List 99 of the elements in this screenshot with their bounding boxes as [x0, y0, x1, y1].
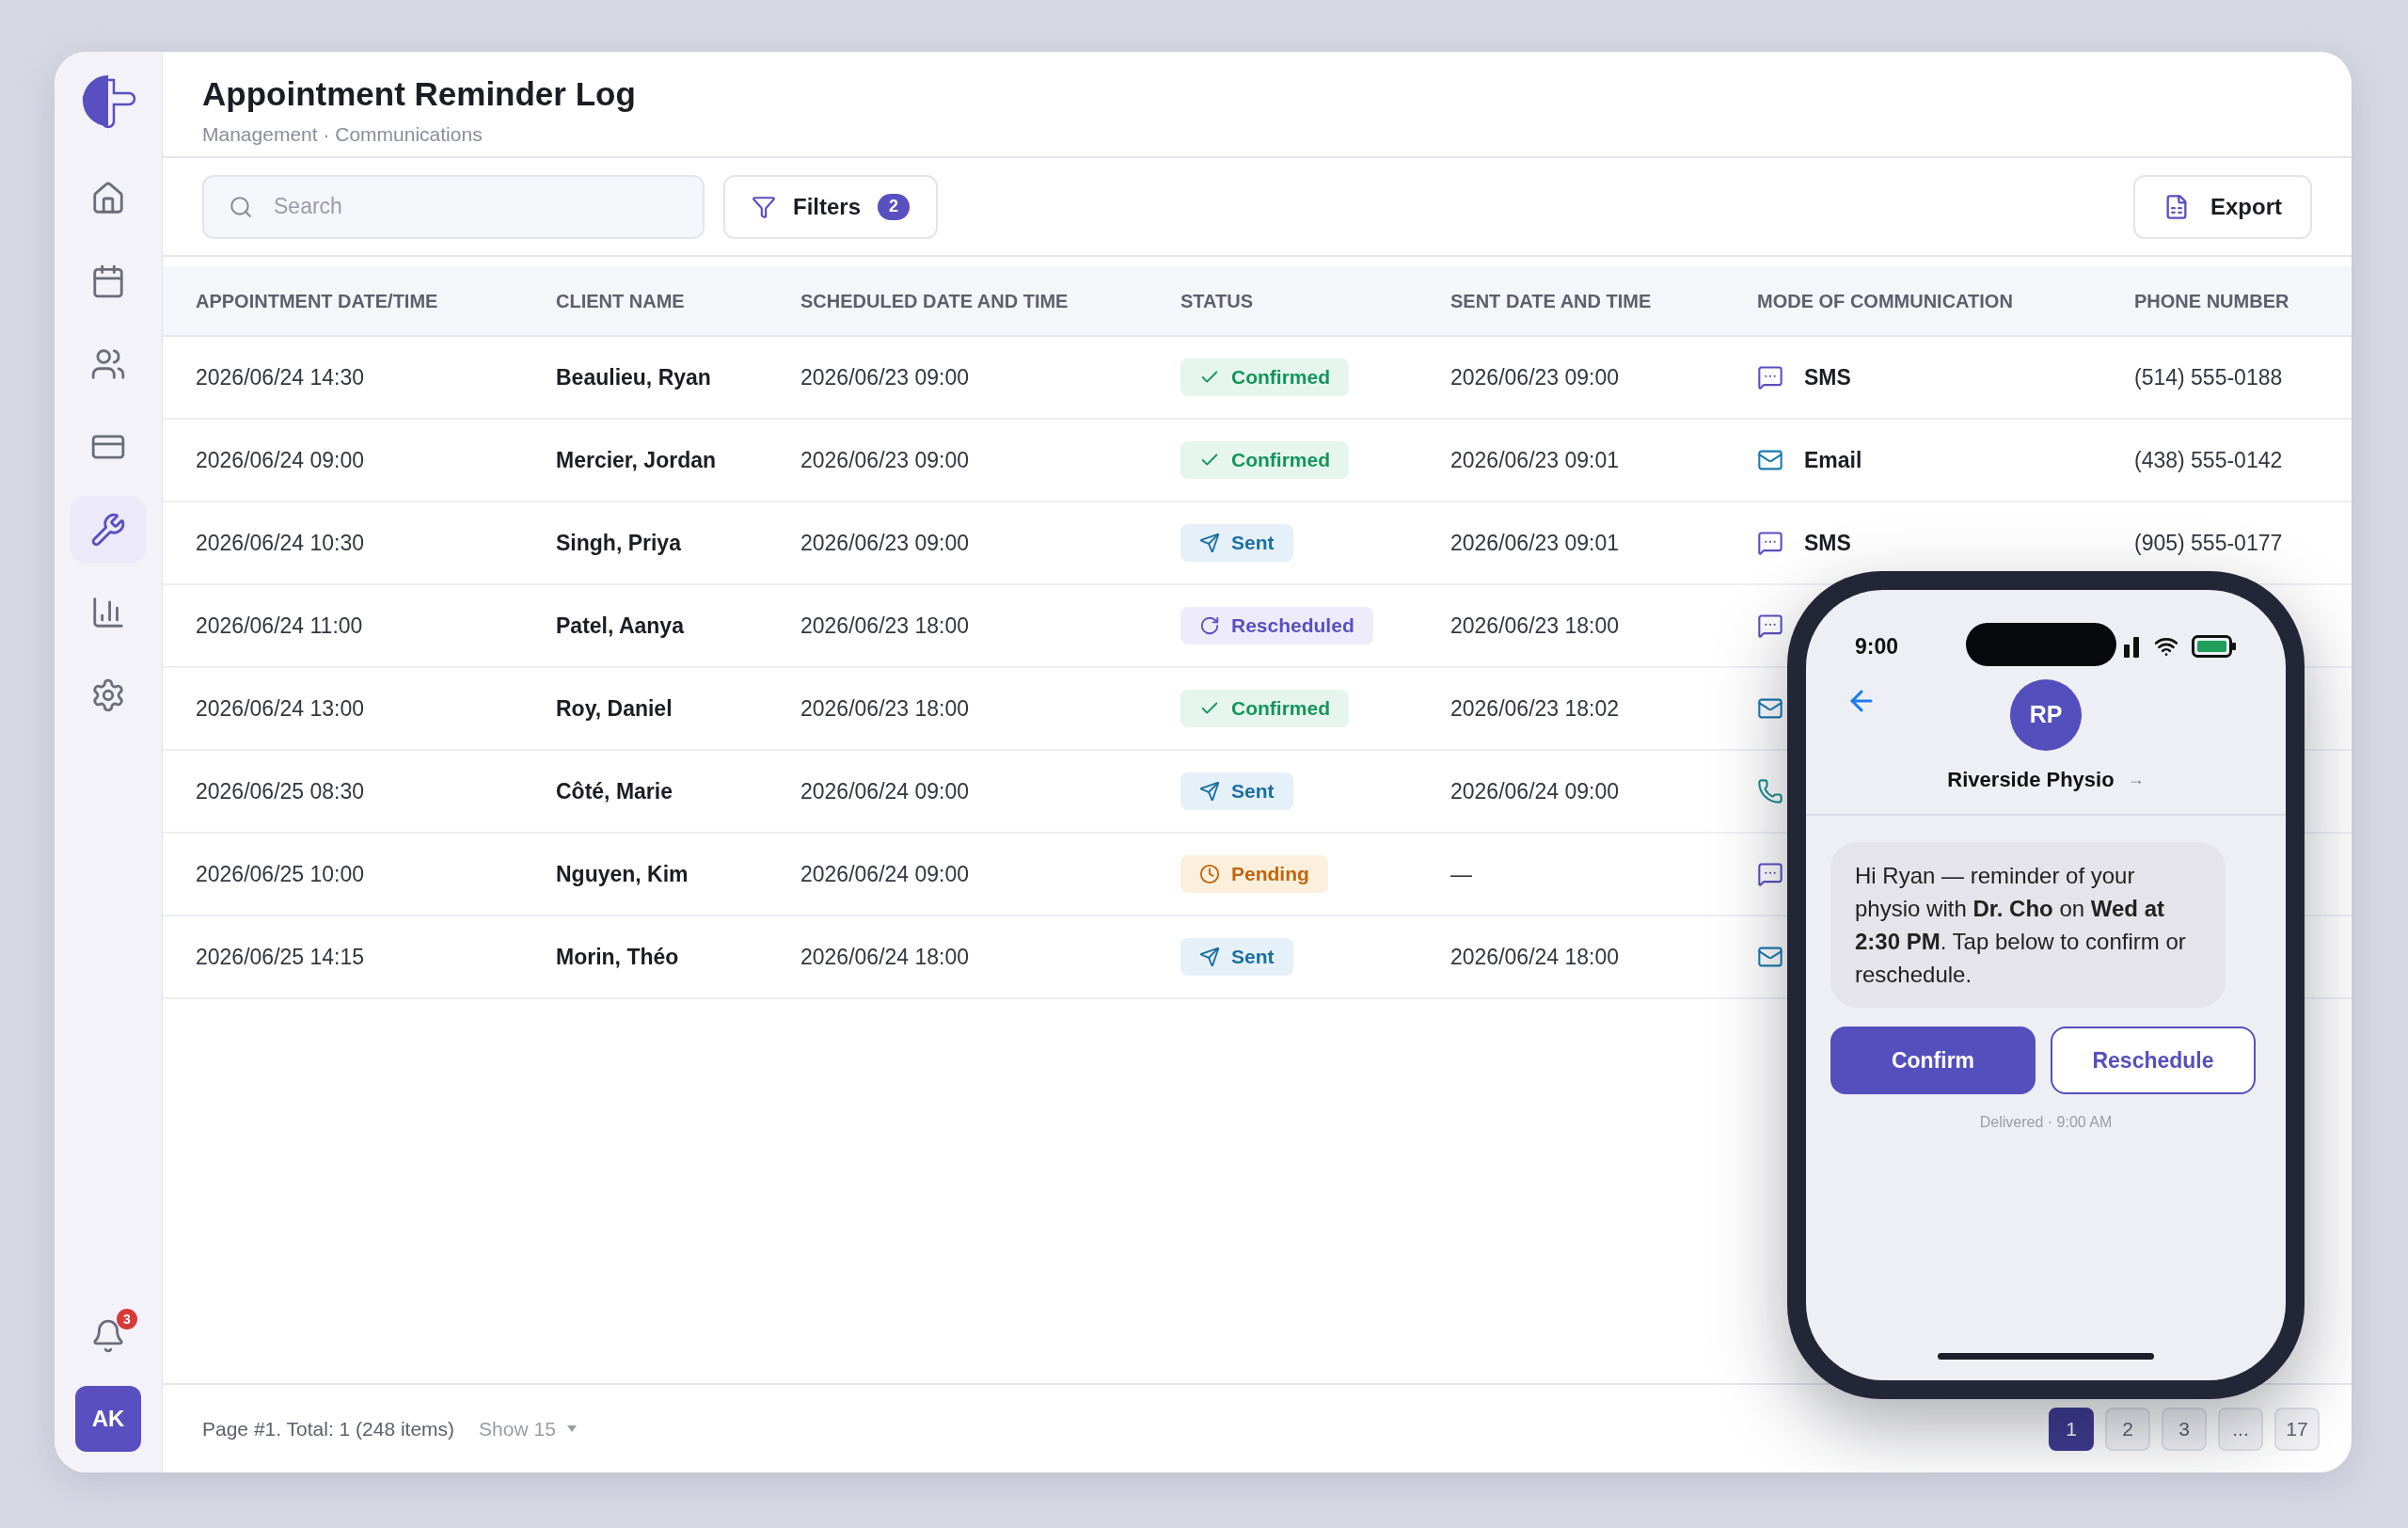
table-cell-text: 2026/06/23 18:00	[800, 612, 971, 640]
send-icon	[1199, 946, 1220, 967]
table-cell-text: 2026/06/23 18:00	[800, 694, 971, 723]
table-cell-text: (514) 555-0188	[2133, 363, 2284, 391]
breadcrumb: Management · Communications	[202, 122, 483, 147]
table-cell-text: 2026/06/24 11:00	[195, 612, 364, 640]
phone-icon	[1757, 778, 1783, 804]
column-header: MODE OF COMMUNICATION	[1756, 289, 2014, 313]
client-name: Singh, Priya	[555, 529, 683, 557]
table-cell-text: 2026/06/23 09:01	[1450, 529, 1621, 557]
contact-avatar: RP	[2010, 679, 2082, 751]
table-cell-text: 2026/06/23 09:00	[800, 363, 971, 391]
table-cell-text: 2026/06/24 10:30	[195, 529, 366, 557]
send-icon	[1199, 780, 1220, 802]
table-cell-text: 2026/06/23 18:02	[1450, 694, 1621, 723]
table-cell-text: 2026/06/23 09:00	[1450, 363, 1621, 391]
table-cell-text: SMS	[1804, 529, 1851, 557]
client-name: Patel, Aanya	[555, 612, 686, 640]
search-field[interactable]: Search	[202, 174, 705, 239]
search-icon	[229, 194, 253, 219]
users-icon	[90, 346, 126, 382]
table-cell-text: 2026/06/24 09:00	[800, 860, 971, 888]
user-avatar[interactable]: AK	[75, 1386, 141, 1452]
send-icon	[1199, 532, 1220, 553]
page-title: Appointment Reminder Log	[202, 74, 637, 114]
confirm-button[interactable]: Confirm	[1830, 1027, 2036, 1094]
table-cell-text: 2026/06/24 09:00	[800, 777, 971, 805]
sidebar-item[interactable]	[71, 496, 146, 564]
refresh-icon	[1199, 614, 1220, 636]
table-cell-text: —	[1450, 860, 1473, 888]
column-header: STATUS	[1180, 289, 1255, 313]
settings-icon	[90, 677, 126, 713]
table-cell-text: 2026/06/24 18:00	[800, 943, 971, 971]
table-cell-text: 2026/06/23 09:00	[800, 529, 971, 557]
filter-icon	[752, 194, 776, 219]
contact-name: Riverside Physio	[1947, 767, 2115, 793]
table-cell-text: 2026/06/24 09:00	[195, 446, 366, 474]
status-badge: Rescheduled	[1180, 606, 1373, 645]
column-header: CLIENT NAME	[555, 289, 686, 313]
signal-icon	[2122, 635, 2141, 658]
client-name: Côté, Marie	[555, 777, 673, 805]
page-button[interactable]: 17	[2274, 1407, 2320, 1451]
table-cell-text: 2026/06/23 09:01	[1450, 446, 1621, 474]
filter-count: 2	[878, 193, 911, 220]
chat-bubble-icon	[1757, 861, 1783, 887]
table-cell-text: 2026/06/25 14:15	[195, 943, 366, 971]
table-cell-text: 2026/06/25 10:00	[195, 860, 366, 888]
status-badge: Sent	[1180, 937, 1293, 976]
column-header: APPOINTMENT DATE/TIME	[195, 289, 439, 313]
filters-button[interactable]: Filters 2	[723, 174, 939, 239]
page-button[interactable]: 2	[2105, 1407, 2150, 1451]
page-button[interactable]: 3	[2162, 1407, 2207, 1451]
column-header: PHONE NUMBER	[2133, 289, 2290, 313]
status-badge: Sent	[1180, 772, 1293, 810]
column-header: SENT DATE AND TIME	[1450, 289, 1653, 313]
table-cell-text: 2026/06/24 18:00	[1450, 943, 1621, 971]
table-cell-text: (905) 555-0177	[2133, 529, 2284, 557]
export-button[interactable]: Export	[2133, 174, 2312, 239]
client-name: Roy, Daniel	[555, 694, 673, 723]
pagination-summary: Page #1. Total: 1 (248 items)	[202, 1416, 455, 1441]
logo-icon	[80, 72, 136, 129]
home-icon	[90, 181, 126, 216]
chat-bubble-icon	[1757, 613, 1783, 639]
reschedule-button[interactable]: Reschedule	[2051, 1027, 2256, 1094]
table-cell-text: (438) 555-0142	[2133, 446, 2284, 474]
status-badge: Confirmed	[1180, 689, 1349, 727]
client-name: Beaulieu, Ryan	[555, 363, 712, 391]
bar-chart-icon	[90, 595, 126, 630]
chat-bubble-icon	[1757, 364, 1783, 390]
status-badge: Confirmed	[1180, 358, 1349, 396]
table-cell-text: 2026/06/24 13:00	[195, 694, 366, 723]
table-cell-text: 2026/06/23 09:00	[800, 446, 971, 474]
page-button[interactable]: ...	[2218, 1407, 2263, 1451]
client-name: Nguyen, Kim	[555, 860, 689, 888]
page-button[interactable]: 1	[2049, 1407, 2094, 1451]
table-cell-text: Email	[1804, 446, 1862, 474]
status-badge: Confirmed	[1180, 440, 1349, 479]
table-cell-text: 2026/06/25 08:30	[195, 777, 366, 805]
battery-icon	[2192, 635, 2237, 658]
calendar-icon	[90, 263, 126, 299]
contact-arrow: →	[2127, 769, 2145, 790]
status-badge: Sent	[1180, 523, 1293, 562]
caret-icon	[566, 1425, 577, 1432]
notifications-button[interactable]: 3	[79, 1309, 137, 1354]
status-time: 9:00	[1855, 632, 1899, 661]
status-badge: Pending	[1180, 854, 1328, 893]
table-cell-text: 2026/06/24 14:30	[195, 363, 366, 391]
message-bubble: Hi Ryan — reminder of your physio with Dr. Cho on Wed at 2:30 PM. Tap below to confirm or reschedule.	[1830, 842, 2226, 1008]
notification-count: 3	[117, 1309, 137, 1329]
column-header: SCHEDULED DATE AND TIME	[800, 289, 1069, 313]
table-cell-text: 2026/06/24 09:00	[1450, 777, 1621, 805]
client-name: Morin, Théo	[555, 943, 680, 971]
chat-bubble-icon	[1757, 530, 1783, 556]
client-name: Mercier, Jordan	[555, 446, 718, 474]
wrench-icon	[90, 512, 126, 548]
delivery-status: Delivered · 9:00 AM	[1978, 1113, 2114, 1132]
clock-icon	[1199, 863, 1220, 884]
table-cell-text: SMS	[1804, 363, 1851, 391]
table-cell-text: 2026/06/23 18:00	[1450, 612, 1621, 640]
